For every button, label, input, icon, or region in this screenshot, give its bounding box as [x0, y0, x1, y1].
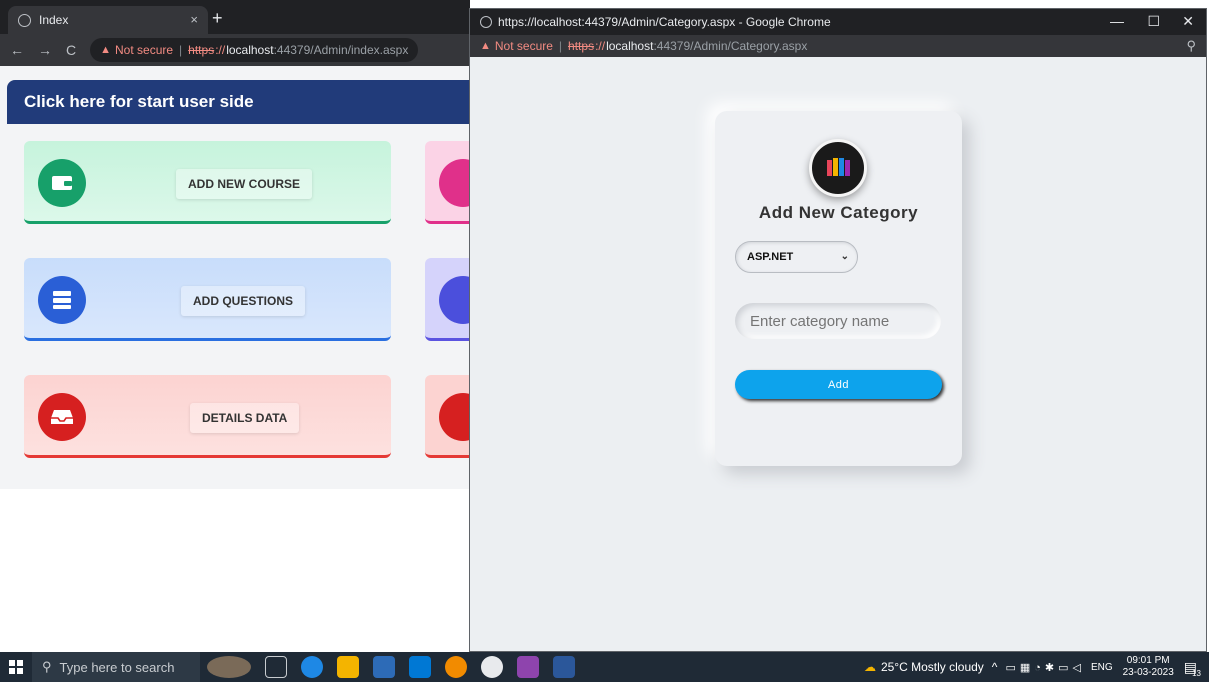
- url-scheme: https: [188, 43, 215, 57]
- close-button[interactable]: ✕: [1182, 13, 1194, 30]
- chrome-2-icon[interactable]: [481, 656, 503, 678]
- notification-count: 13: [1192, 668, 1201, 678]
- warning-icon: ▲: [100, 44, 112, 56]
- start-user-side-banner[interactable]: Click here for start user side: [7, 80, 470, 124]
- url-scheme: https: [568, 39, 595, 53]
- taskbar: ⚲ Type here to search ☁ 25°C Mostly clou…: [0, 652, 1209, 682]
- taskbar-search[interactable]: ⚲ Type here to search: [32, 652, 200, 682]
- tab-index[interactable]: Index ×: [8, 6, 208, 34]
- forward-arrow-icon[interactable]: →: [38, 42, 52, 58]
- add-questions-button[interactable]: ADD QUESTIONS: [181, 286, 306, 316]
- not-secure-label: Not secure: [494, 39, 553, 53]
- word-icon[interactable]: [553, 656, 575, 678]
- chevron-down-icon: ⌄: [840, 251, 849, 262]
- url-path: :44379/Admin/index.aspx: [273, 43, 409, 57]
- weather-icon: ☁: [863, 660, 876, 674]
- form-title: Add New Category: [758, 203, 919, 222]
- add-questions-card[interactable]: ADD QUESTIONS: [24, 258, 391, 341]
- cortana-icon[interactable]: [207, 656, 251, 678]
- task-view-icon[interactable]: [265, 656, 287, 678]
- users-card[interactable]: [425, 141, 487, 224]
- books-logo-icon: [809, 139, 867, 197]
- file-explorer-icon[interactable]: [337, 656, 359, 678]
- add-new-course-button[interactable]: ADD NEW COURSE: [176, 169, 313, 199]
- edge-icon[interactable]: [301, 656, 323, 678]
- maximize-button[interactable]: ☐: [1147, 13, 1160, 30]
- add-category-form: Add New Category ASP.NET ⌄ Add: [715, 111, 962, 466]
- list-card[interactable]: [425, 258, 487, 341]
- not-secure-label: Not secure: [115, 43, 174, 57]
- new-tab-button[interactable]: +: [212, 9, 223, 27]
- clock[interactable]: 09:01 PM 23-03-2023: [1123, 655, 1174, 679]
- url-path: :44379/Admin/Category.aspx: [653, 39, 808, 53]
- visual-studio-icon[interactable]: [517, 656, 539, 678]
- windows-start-icon[interactable]: [0, 652, 32, 682]
- mail-icon[interactable]: [409, 656, 431, 678]
- inbox-card-2[interactable]: [425, 375, 487, 458]
- server-icon: [38, 276, 86, 324]
- url-host: localhost: [226, 43, 274, 57]
- back-arrow-icon[interactable]: ←: [10, 42, 24, 58]
- chevron-up-icon[interactable]: ^: [992, 660, 998, 674]
- tab-title: Index: [39, 13, 69, 27]
- category-window: https://localhost:44379/Admin/Category.a…: [469, 8, 1207, 652]
- weather-text[interactable]: 25°C Mostly cloudy: [881, 660, 984, 674]
- add-button[interactable]: Add: [735, 370, 942, 399]
- window-titlebar: https://localhost:44379/Admin/Category.a…: [470, 9, 1206, 35]
- warning-icon: ▲: [480, 40, 491, 52]
- language-indicator[interactable]: ENG: [1091, 662, 1113, 673]
- store-icon[interactable]: [373, 656, 395, 678]
- category-name-input[interactable]: [735, 303, 941, 339]
- globe-icon: [18, 13, 31, 27]
- inbox-icon: [38, 393, 86, 441]
- background-toolbar: ← → C ▲ Not secure | https:// localhost …: [0, 34, 470, 66]
- tab-close-icon[interactable]: ×: [190, 12, 198, 27]
- notification-icon[interactable]: ▤ 13: [1184, 659, 1201, 678]
- chrome-icon[interactable]: [445, 656, 467, 678]
- system-tray: ☁ 25°C Mostly cloudy ^ ▭▦◔✱▭◁ ENG 09:01 …: [863, 652, 1201, 682]
- reload-icon[interactable]: C: [66, 42, 76, 58]
- foreground-address-bar[interactable]: ▲ Not secure | https:// localhost :44379…: [470, 35, 1206, 57]
- details-data-card[interactable]: DETAILS DATA: [24, 375, 391, 458]
- window-title: https://localhost:44379/Admin/Category.a…: [498, 15, 831, 29]
- url-host: localhost: [606, 39, 654, 53]
- background-address-bar[interactable]: ▲ Not secure | https:// localhost :44379…: [90, 38, 419, 62]
- add-new-course-card[interactable]: ADD NEW COURSE: [24, 141, 391, 224]
- search-placeholder: Type here to search: [59, 659, 175, 675]
- search-icon: ⚲: [42, 659, 52, 674]
- selected-value: ASP.NET: [747, 251, 794, 263]
- tray-icons[interactable]: ▭▦◔✱▭◁: [1005, 661, 1085, 674]
- globe-icon: [480, 16, 492, 28]
- date: 23-03-2023: [1122, 667, 1174, 678]
- zoom-icon[interactable]: ⚲: [1186, 38, 1196, 54]
- wallet-icon: [38, 159, 86, 207]
- details-data-button[interactable]: DETAILS DATA: [190, 403, 300, 433]
- category-select[interactable]: ASP.NET ⌄: [735, 241, 858, 273]
- time: 09:01 PM: [1126, 655, 1170, 666]
- minimize-button[interactable]: —: [1110, 13, 1124, 29]
